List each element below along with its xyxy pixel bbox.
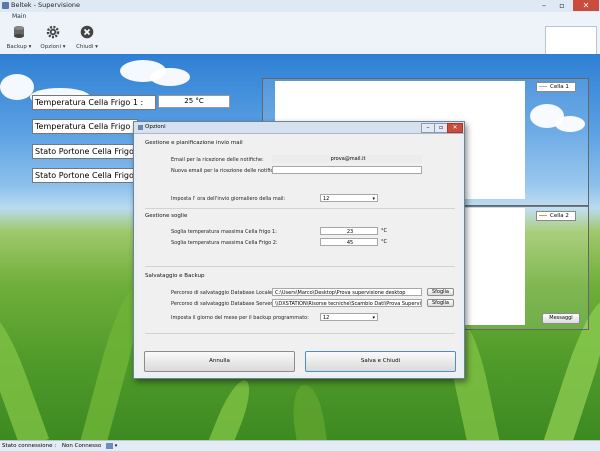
soglia1-label: Soglia temperatura massima Cella frigo 1…: [171, 229, 277, 235]
tab-main[interactable]: Main: [12, 13, 26, 20]
close-label: Chiudi ▾: [76, 44, 98, 50]
dialog-title: Opzioni: [145, 124, 166, 130]
backup-button[interactable]: Backup ▾: [4, 23, 34, 53]
divider: [145, 266, 455, 267]
chevron-down-icon[interactable]: ▾: [115, 443, 118, 449]
soglia1-input[interactable]: 23: [320, 227, 378, 235]
legend-swatch-cella1: [539, 85, 547, 88]
status-bar: Stato connessione : Non Connesso ▾: [0, 440, 600, 451]
legend-label-cella1: Cella 1: [550, 84, 569, 90]
section-mail-title: Gestione e pianificazione invio mail: [145, 140, 243, 146]
section-soglie-title: Gestione soglie: [145, 213, 188, 219]
options-dialog: Opzioni – ▫ ✕ Gestione e pianificazione …: [133, 121, 465, 379]
save-close-button[interactable]: Salva e Chiudi: [305, 351, 456, 372]
hour-value: 12: [323, 196, 330, 202]
soglia1-unit: °C: [381, 228, 387, 234]
browse-local-button[interactable]: Sfoglia: [427, 288, 454, 296]
cloud: [150, 68, 190, 86]
local-path-label: Percorso di salvataggio Database Locale:: [171, 290, 274, 296]
leaf: [200, 376, 257, 440]
dialog-title-bar: Opzioni – ▫ ✕: [134, 122, 464, 134]
database-icon: [14, 26, 24, 38]
dialog-body: Gestione e pianificazione invio mail Ema…: [137, 134, 460, 375]
window-title: Beltek - Supervisione: [11, 1, 81, 9]
temp-cella1-value: 25 °C: [158, 95, 230, 108]
dialog-minimize-button[interactable]: –: [421, 123, 435, 133]
hour-label: Imposta l' ora dell'invio giornaliero de…: [171, 196, 286, 202]
messaggi-button[interactable]: Messaggi: [542, 313, 580, 324]
connection-status-label: Stato connessione :: [2, 443, 57, 449]
server-path-input[interactable]: \\DXSTATION\Risorse tecniche\Scambio Dat…: [272, 299, 422, 307]
close-window-button[interactable]: ✕: [573, 0, 599, 11]
maximize-button[interactable]: ▫: [553, 0, 571, 11]
chevron-down-icon: ▾: [372, 196, 375, 202]
legend-swatch-cella2: [539, 214, 547, 217]
minimize-button[interactable]: –: [535, 0, 553, 11]
cancel-button[interactable]: Annulla: [144, 351, 295, 372]
close-app-button[interactable]: Chiudi ▾: [72, 23, 102, 53]
close-circle-icon: [80, 25, 94, 39]
hour-select[interactable]: 12 ▾: [320, 194, 378, 202]
chart-cella2-legend: Cella 2: [536, 211, 576, 221]
leaf: [0, 307, 50, 440]
cloud: [0, 74, 34, 100]
leaf: [289, 382, 330, 440]
soglia2-unit: °C: [381, 239, 387, 245]
local-path-input[interactable]: C:\Users\Marco\Desktop\Prova supervision…: [272, 288, 422, 296]
options-button[interactable]: Opzioni ▾: [38, 23, 68, 53]
server-path-label: Percorso di salvataggio Database Server:: [171, 301, 275, 307]
portone-cella2-label: Stato Portone Cella Frigo: [32, 168, 138, 183]
backup-label: Backup ▾: [6, 44, 32, 50]
chart-cella1-legend: Cella 1: [536, 82, 576, 92]
dialog-maximize-button[interactable]: ▫: [434, 123, 448, 133]
email-current-field: prova@mail.it: [272, 155, 422, 163]
soglia2-input[interactable]: 45: [320, 238, 378, 246]
new-email-label: Nuova email per la ricezione delle notif…: [171, 168, 282, 174]
dialog-app-icon: [138, 125, 143, 130]
email-label: Email per la ricezione delle notifiche:: [171, 157, 264, 163]
options-label: Opzioni ▾: [40, 44, 66, 50]
section-backup-title: Salvataggio e Backup: [145, 273, 205, 279]
new-email-input[interactable]: [272, 166, 422, 174]
backup-day-select[interactable]: 12 ▾: [320, 313, 378, 321]
network-icon: [106, 442, 114, 449]
portone-cella1-label: Stato Portone Cella Frigo: [32, 144, 138, 159]
divider: [145, 208, 455, 209]
backup-day-value: 12: [323, 315, 330, 321]
connection-status-value: Non Connesso: [61, 443, 102, 449]
ribbon: Main Backup ▾ Opzioni ▾ Chiudi ▾: [0, 12, 600, 60]
browse-server-button[interactable]: Sfoglia: [427, 299, 454, 307]
temp-cella2-label: Temperatura Cella Frigo: [32, 119, 138, 134]
gear-icon: [46, 25, 60, 39]
soglia2-label: Soglia temperatura massima Cella Frigo 2…: [171, 240, 278, 246]
divider: [145, 333, 455, 334]
backup-day-label: Imposta il giorno del mese per il backup…: [171, 315, 309, 321]
chevron-down-icon: ▾: [372, 315, 375, 321]
legend-label-cella2: Cella 2: [550, 213, 569, 219]
app-icon: [2, 2, 9, 9]
dialog-close-button[interactable]: ✕: [447, 123, 463, 133]
temp-cella1-label: Temperatura Cella Frigo 1 :: [32, 95, 156, 110]
